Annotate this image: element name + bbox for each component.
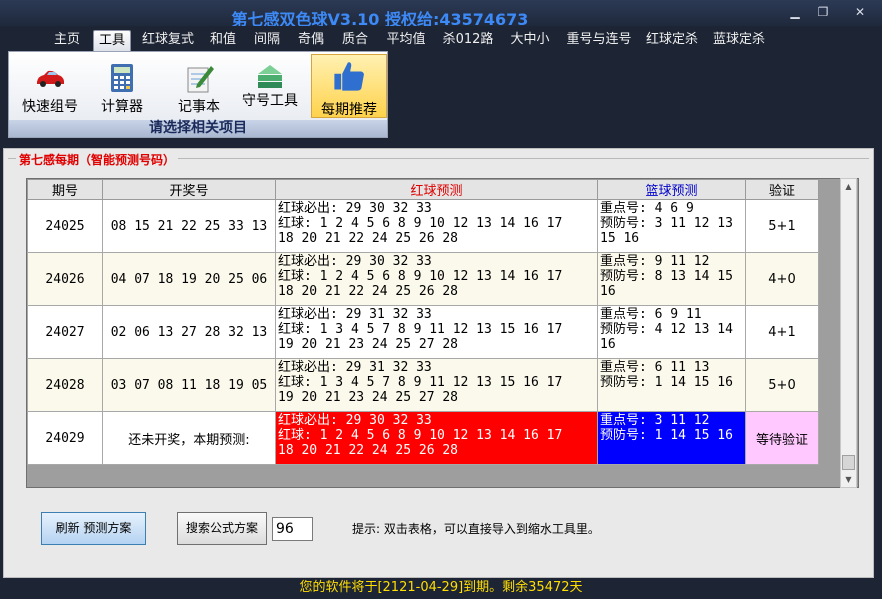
tab-odd-even[interactable]: 奇偶 <box>294 30 328 51</box>
notepad-button[interactable]: 记事本 <box>169 56 229 116</box>
header-period[interactable]: 期号 <box>27 179 103 200</box>
calculator-icon <box>111 64 133 92</box>
cell-verify: 等待验证 <box>745 411 819 465</box>
cell-red-prediction: 红球必出: 29 30 32 33 红球: 1 2 4 5 6 8 9 10 12… <box>275 252 598 306</box>
cell-period: 24025 <box>27 199 103 253</box>
table-row-current-prediction[interactable]: 24029 还未开奖，本期预测: 红球必出: 29 30 32 33 红球: 1 … <box>27 411 819 465</box>
ribbon-caption: 请选择相关项目 <box>9 120 387 137</box>
table-scrollbar[interactable]: ▲ ▼ <box>840 178 857 488</box>
cell-draw: 08 15 21 22 25 33 13 <box>102 199 276 253</box>
car-icon <box>37 70 64 87</box>
header-draw[interactable]: 开奖号 <box>102 179 276 200</box>
cell-draw: 还未开奖，本期预测: <box>102 411 276 465</box>
cell-period: 24026 <box>27 252 103 306</box>
tab-interval[interactable]: 间隔 <box>250 30 284 51</box>
prediction-table[interactable]: 期号 开奖号 红球预测 篮球预测 验证 24025 08 15 21 22 25… <box>26 178 859 488</box>
tab-home[interactable]: 主页 <box>50 30 84 51</box>
cell-period: 24029 <box>27 411 103 465</box>
tab-sum[interactable]: 和值 <box>206 30 240 51</box>
cell-blue-prediction: 重点号: 6 11 13 预防号: 1 14 15 16 <box>597 358 746 412</box>
tab-tools[interactable]: 工具 <box>93 30 131 51</box>
scroll-up-arrow-icon[interactable]: ▲ <box>841 179 856 194</box>
cell-blue-prediction: 重点号: 4 6 9 预防号: 3 11 12 13 15 16 <box>597 199 746 253</box>
tab-repeat-consecutive[interactable]: 重号与连号 <box>564 30 634 51</box>
cell-verify: 4+0 <box>745 252 819 306</box>
scroll-thumb[interactable] <box>842 455 855 470</box>
table-row[interactable]: 24028 03 07 08 11 18 19 05 红球必出: 29 31 3… <box>27 358 819 412</box>
tab-blue-kill[interactable]: 蓝球定杀 <box>711 30 767 51</box>
recommend-button[interactable]: 每期推荐 <box>311 54 387 118</box>
cell-red-prediction: 红球必出: 29 31 32 33 红球: 1 3 4 5 7 8 9 11 12… <box>275 305 598 359</box>
maximize-button[interactable]: ❐ <box>809 2 837 22</box>
tab-size[interactable]: 大中小 <box>506 30 554 51</box>
status-bar: 您的软件将于[2121-04-29]到期。剩余35472天 <box>0 578 882 599</box>
cell-red-prediction: 红球必出: 29 31 32 33 红球: 1 3 4 5 7 8 9 11 12… <box>275 358 598 412</box>
header-blue-prediction[interactable]: 篮球预测 <box>597 179 746 200</box>
header-red-prediction[interactable]: 红球预测 <box>275 179 598 200</box>
cell-red-prediction: 红球必出: 29 30 32 33 红球: 1 2 4 5 6 8 9 10 12… <box>275 199 598 253</box>
calculator-button[interactable]: 计算器 <box>93 56 151 116</box>
cell-period: 24027 <box>27 305 103 359</box>
header-verify[interactable]: 验证 <box>745 179 819 200</box>
cell-verify: 5+1 <box>745 199 819 253</box>
ribbon-label: 每期推荐 <box>321 102 377 118</box>
cell-draw: 03 07 08 11 18 19 05 <box>102 358 276 412</box>
guard-tool-button[interactable]: 守号工具 <box>237 56 303 116</box>
ribbon-label: 计算器 <box>101 99 143 115</box>
tab-average[interactable]: 平均值 <box>382 30 430 51</box>
tab-prime[interactable]: 质合 <box>338 30 372 51</box>
tools-ribbon: 快速组号 计算器 记事本 守号工具 每期推荐 请选择相关项目 <box>8 51 388 138</box>
cell-verify: 4+1 <box>745 305 819 359</box>
cell-verify: 5+0 <box>745 358 819 412</box>
search-formula-button[interactable]: 搜索公式方案 <box>177 512 267 545</box>
table-header: 期号 开奖号 红球预测 篮球预测 验证 <box>27 179 819 200</box>
hint-text: 提示: 双击表格，可以直接导入到缩水工具里。 <box>352 522 600 536</box>
tab-red-complex[interactable]: 红球复式 <box>140 30 196 51</box>
main-panel: 第七感每期（智能预测号码） 期号 开奖号 红球预测 篮球预测 验证 24025 … <box>3 148 874 578</box>
minimize-button[interactable]: ▁ <box>781 2 809 22</box>
ribbon-label: 快速组号 <box>22 99 78 115</box>
cell-draw: 04 07 18 19 20 25 06 <box>102 252 276 306</box>
scroll-down-arrow-icon[interactable]: ▼ <box>841 472 856 487</box>
close-button[interactable]: ✕ <box>846 2 874 22</box>
table-row[interactable]: 24025 08 15 21 22 25 33 13 红球必出: 29 30 3… <box>27 199 819 253</box>
menu-bar: 主页 工具 红球复式 和值 间隔 奇偶 质合 平均值 杀012路 大中小 重号与… <box>0 26 882 51</box>
cell-blue-prediction: 重点号: 9 11 12 预防号: 8 13 14 15 16 <box>597 252 746 306</box>
cell-blue-prediction: 重点号: 6 9 11 预防号: 4 12 13 14 16 <box>597 305 746 359</box>
quick-combo-button[interactable]: 快速组号 <box>15 56 85 116</box>
cell-red-prediction: 红球必出: 29 30 32 33 红球: 1 2 4 5 6 8 9 10 12… <box>275 411 598 465</box>
notepad-icon <box>187 66 214 93</box>
refresh-prediction-button[interactable]: 刷新 预测方案 <box>41 512 146 545</box>
formula-number-input[interactable] <box>272 517 313 541</box>
ribbon-label: 记事本 <box>178 99 220 115</box>
cell-blue-prediction: 重点号: 3 11 12 预防号: 1 14 15 16 <box>597 411 746 465</box>
table-row[interactable]: 24026 04 07 18 19 20 25 06 红球必出: 29 30 3… <box>27 252 819 306</box>
ribbon-label: 守号工具 <box>242 93 298 109</box>
group-title: 第七感每期（智能预测号码） <box>16 151 179 168</box>
thumbs-up-icon <box>334 62 364 91</box>
tab-red-kill[interactable]: 红球定杀 <box>644 30 700 51</box>
cell-draw: 02 06 13 27 28 32 13 <box>102 305 276 359</box>
tab-kill-012[interactable]: 杀012路 <box>440 30 496 51</box>
table-row[interactable]: 24027 02 06 13 27 28 32 13 红球必出: 29 31 3… <box>27 305 819 359</box>
cell-period: 24028 <box>27 358 103 412</box>
